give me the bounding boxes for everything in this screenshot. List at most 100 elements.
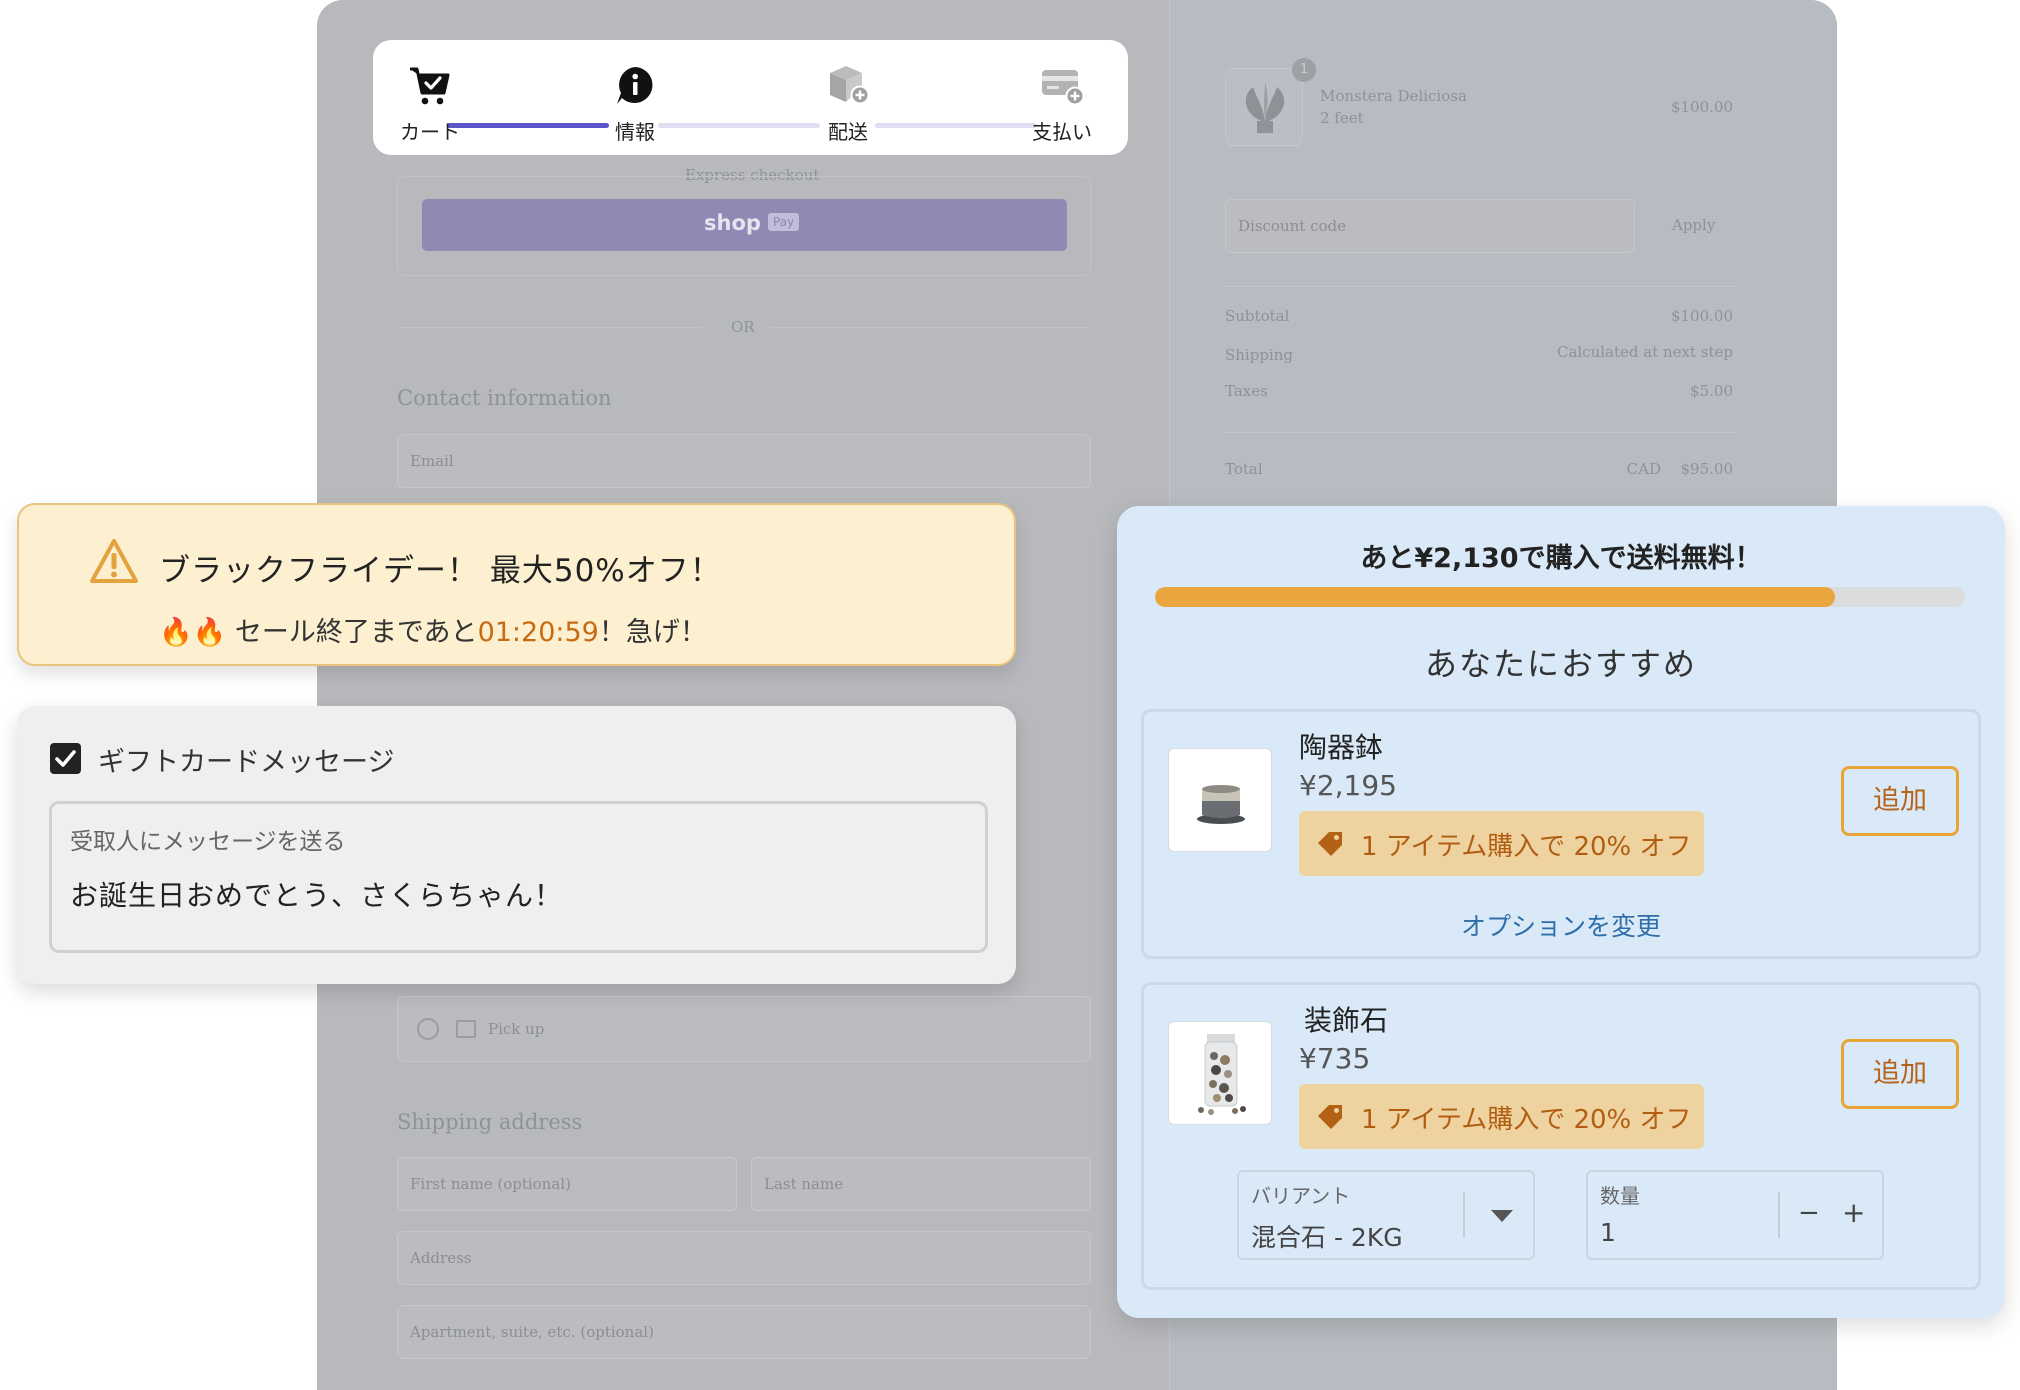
email-field[interactable]: Email <box>397 434 1091 488</box>
apartment-field[interactable]: Apartment, suite, etc. (optional) <box>397 1305 1091 1359</box>
free-shipping-progress <box>1155 587 1965 607</box>
step-shipping[interactable]: 配送 <box>788 40 908 155</box>
add-button[interactable]: 追加 <box>1841 1039 1959 1109</box>
or-divider-left <box>397 327 702 328</box>
address-field[interactable]: Address <box>397 1231 1091 1285</box>
decorative-stones-icon <box>1198 1034 1246 1115</box>
total-value: $95.00 <box>1680 460 1734 478</box>
decrease-button[interactable]: − <box>1798 1198 1820 1228</box>
or-label: OR <box>731 318 755 336</box>
shop-pay-button[interactable]: shop Pay <box>422 199 1067 251</box>
last-name-field[interactable]: Last name <box>751 1157 1091 1211</box>
black-friday-banner: ブラックフライデー！ 最大50%オフ！ 🔥🔥 セール終了まであと01:20:59… <box>17 503 1016 666</box>
item-variant: 2 feet <box>1320 109 1364 127</box>
select-divider <box>1463 1192 1465 1238</box>
shipping-value: Calculated at next step <box>1556 343 1733 361</box>
gift-message-value: お誕生日おめでとう、さくらちゃん！ <box>70 879 564 912</box>
variant-select[interactable]: バリアント 混合石 - 2KG <box>1237 1170 1535 1260</box>
product-card: 陶器鉢 ¥2,195 1 アイテム購入で 20% オフ 追加 オプションを変更 <box>1141 709 1981 959</box>
recommendations-title: あなたにおすすめ <box>1424 645 1697 683</box>
step-payment[interactable]: 支払い <box>1002 40 1122 155</box>
discount-text: 1 アイテム購入で 20% オフ <box>1361 832 1692 862</box>
subtotal-value: $100.00 <box>1670 307 1733 325</box>
apply-button[interactable]: Apply <box>1672 216 1715 234</box>
quantity-label: 数量 <box>1600 1184 1640 1208</box>
free-shipping-message: あと¥2,130で購入で送料無料！ <box>1360 543 1762 574</box>
pickup-option[interactable]: Pick up <box>397 996 1091 1062</box>
discount-field[interactable]: Discount code <box>1225 199 1635 253</box>
gift-card-title: ギフトカードメッセージ <box>98 747 395 778</box>
subtotal-label: Subtotal <box>1225 307 1290 325</box>
radio-icon <box>417 1018 439 1040</box>
upsell-panel: あと¥2,130で購入で送料無料！ あなたにおすすめ 陶器鉢 ¥2,195 1 … <box>1117 506 2005 1318</box>
chevron-down-icon <box>1491 1210 1513 1222</box>
taxes-label: Taxes <box>1225 382 1268 400</box>
price-tag-icon <box>1318 832 1342 856</box>
checkout-form: Express checkout shop Pay OR Contact inf… <box>317 0 1169 1390</box>
checkout-stepper: カート 情報 配送 支払い <box>373 40 1128 155</box>
store-icon <box>456 1020 476 1038</box>
free-shipping-progress-fill <box>1155 587 1836 607</box>
card-icon <box>1042 70 1085 106</box>
add-button[interactable]: 追加 <box>1841 766 1959 836</box>
contact-title: Contact information <box>397 386 612 410</box>
plant-icon <box>1245 82 1285 133</box>
quantity-stepper[interactable]: 数量 1 − + <box>1586 1170 1884 1260</box>
shop-pay-text: shop <box>704 211 761 235</box>
item-name: Monstera Deliciosa <box>1320 87 1467 105</box>
taxes-value: $5.00 <box>1690 382 1733 400</box>
promo-title: ブラックフライデー！ 最大50%オフ！ <box>159 553 722 589</box>
quantity-value: 1 <box>1600 1218 1616 1247</box>
gift-message-label: 受取人にメッセージを送る <box>70 829 346 855</box>
product-price: ¥735 <box>1299 1042 1371 1075</box>
shipping-title: Shipping address <box>397 1110 583 1134</box>
ceramic-pot-icon <box>1197 785 1245 824</box>
price-tag-icon <box>1318 1105 1342 1129</box>
promo-sub-prefix: 🔥🔥 セール終了まであと <box>159 617 478 648</box>
gift-message-input[interactable]: 受取人にメッセージを送る お誕生日おめでとう、さくらちゃん！ <box>49 801 988 953</box>
cart-icon <box>410 67 450 105</box>
shop-pay-badge: Pay <box>768 213 800 231</box>
step-label-shipping: 配送 <box>828 120 868 144</box>
product-name: 陶器鉢 <box>1299 731 1384 764</box>
promo-sub-suffix: ！急げ！ <box>598 617 707 648</box>
address-placeholder: Address <box>410 1249 472 1267</box>
email-placeholder: Email <box>410 452 454 470</box>
apartment-placeholder: Apartment, suite, etc. (optional) <box>410 1323 654 1341</box>
promo-countdown: 🔥🔥 セール終了まであと01:20:59！急げ！ <box>159 610 707 649</box>
product-name: 装飾石 <box>1304 1004 1389 1037</box>
discount-badge: 1 アイテム購入で 20% オフ <box>1299 1084 1704 1149</box>
product-card: 装飾石 ¥735 1 アイテム購入で 20% オフ 追加 バリアント 混合石 -… <box>1141 982 1981 1290</box>
item-price: $100.00 <box>1670 98 1733 116</box>
warning-icon <box>90 539 138 583</box>
shipping-label: Shipping <box>1225 346 1293 364</box>
step-info[interactable]: 情報 <box>575 40 695 155</box>
increase-button[interactable]: + <box>1842 1196 1865 1229</box>
countdown-timer: 01:20:59 <box>477 617 599 648</box>
gift-card-panel: ギフトカードメッセージ 受取人にメッセージを送る お誕生日おめでとう、さくらちゃ… <box>17 706 1016 984</box>
total-label: Total <box>1225 460 1263 478</box>
step-label-cart: カート <box>400 120 460 144</box>
box-icon <box>830 66 870 105</box>
or-divider-right <box>770 327 1091 328</box>
stepper-divider <box>1778 1192 1780 1238</box>
product-image-stones <box>1168 1021 1272 1125</box>
step-label-info: 情報 <box>615 120 655 144</box>
gift-card-checkbox[interactable] <box>50 743 81 774</box>
step-cart[interactable]: カート <box>370 40 490 155</box>
info-icon <box>617 67 653 104</box>
first-name-placeholder: First name (optional) <box>410 1175 571 1193</box>
first-name-field[interactable]: First name (optional) <box>397 1157 737 1211</box>
item-qty-badge: 1 <box>1292 58 1316 82</box>
discount-text: 1 アイテム購入で 20% オフ <box>1361 1105 1692 1135</box>
step-label-payment: 支払い <box>1032 120 1092 144</box>
variant-value: 混合石 - 2KG <box>1251 1223 1403 1252</box>
total-divider <box>1225 432 1735 433</box>
item-thumbnail <box>1225 68 1303 146</box>
summary-divider <box>1225 286 1735 287</box>
change-options-link[interactable]: オプションを変更 <box>1144 907 1978 943</box>
check-icon <box>55 750 76 767</box>
pickup-label: Pick up <box>488 1020 545 1038</box>
discount-placeholder: Discount code <box>1238 217 1346 235</box>
variant-label: バリアント <box>1251 1184 1351 1208</box>
